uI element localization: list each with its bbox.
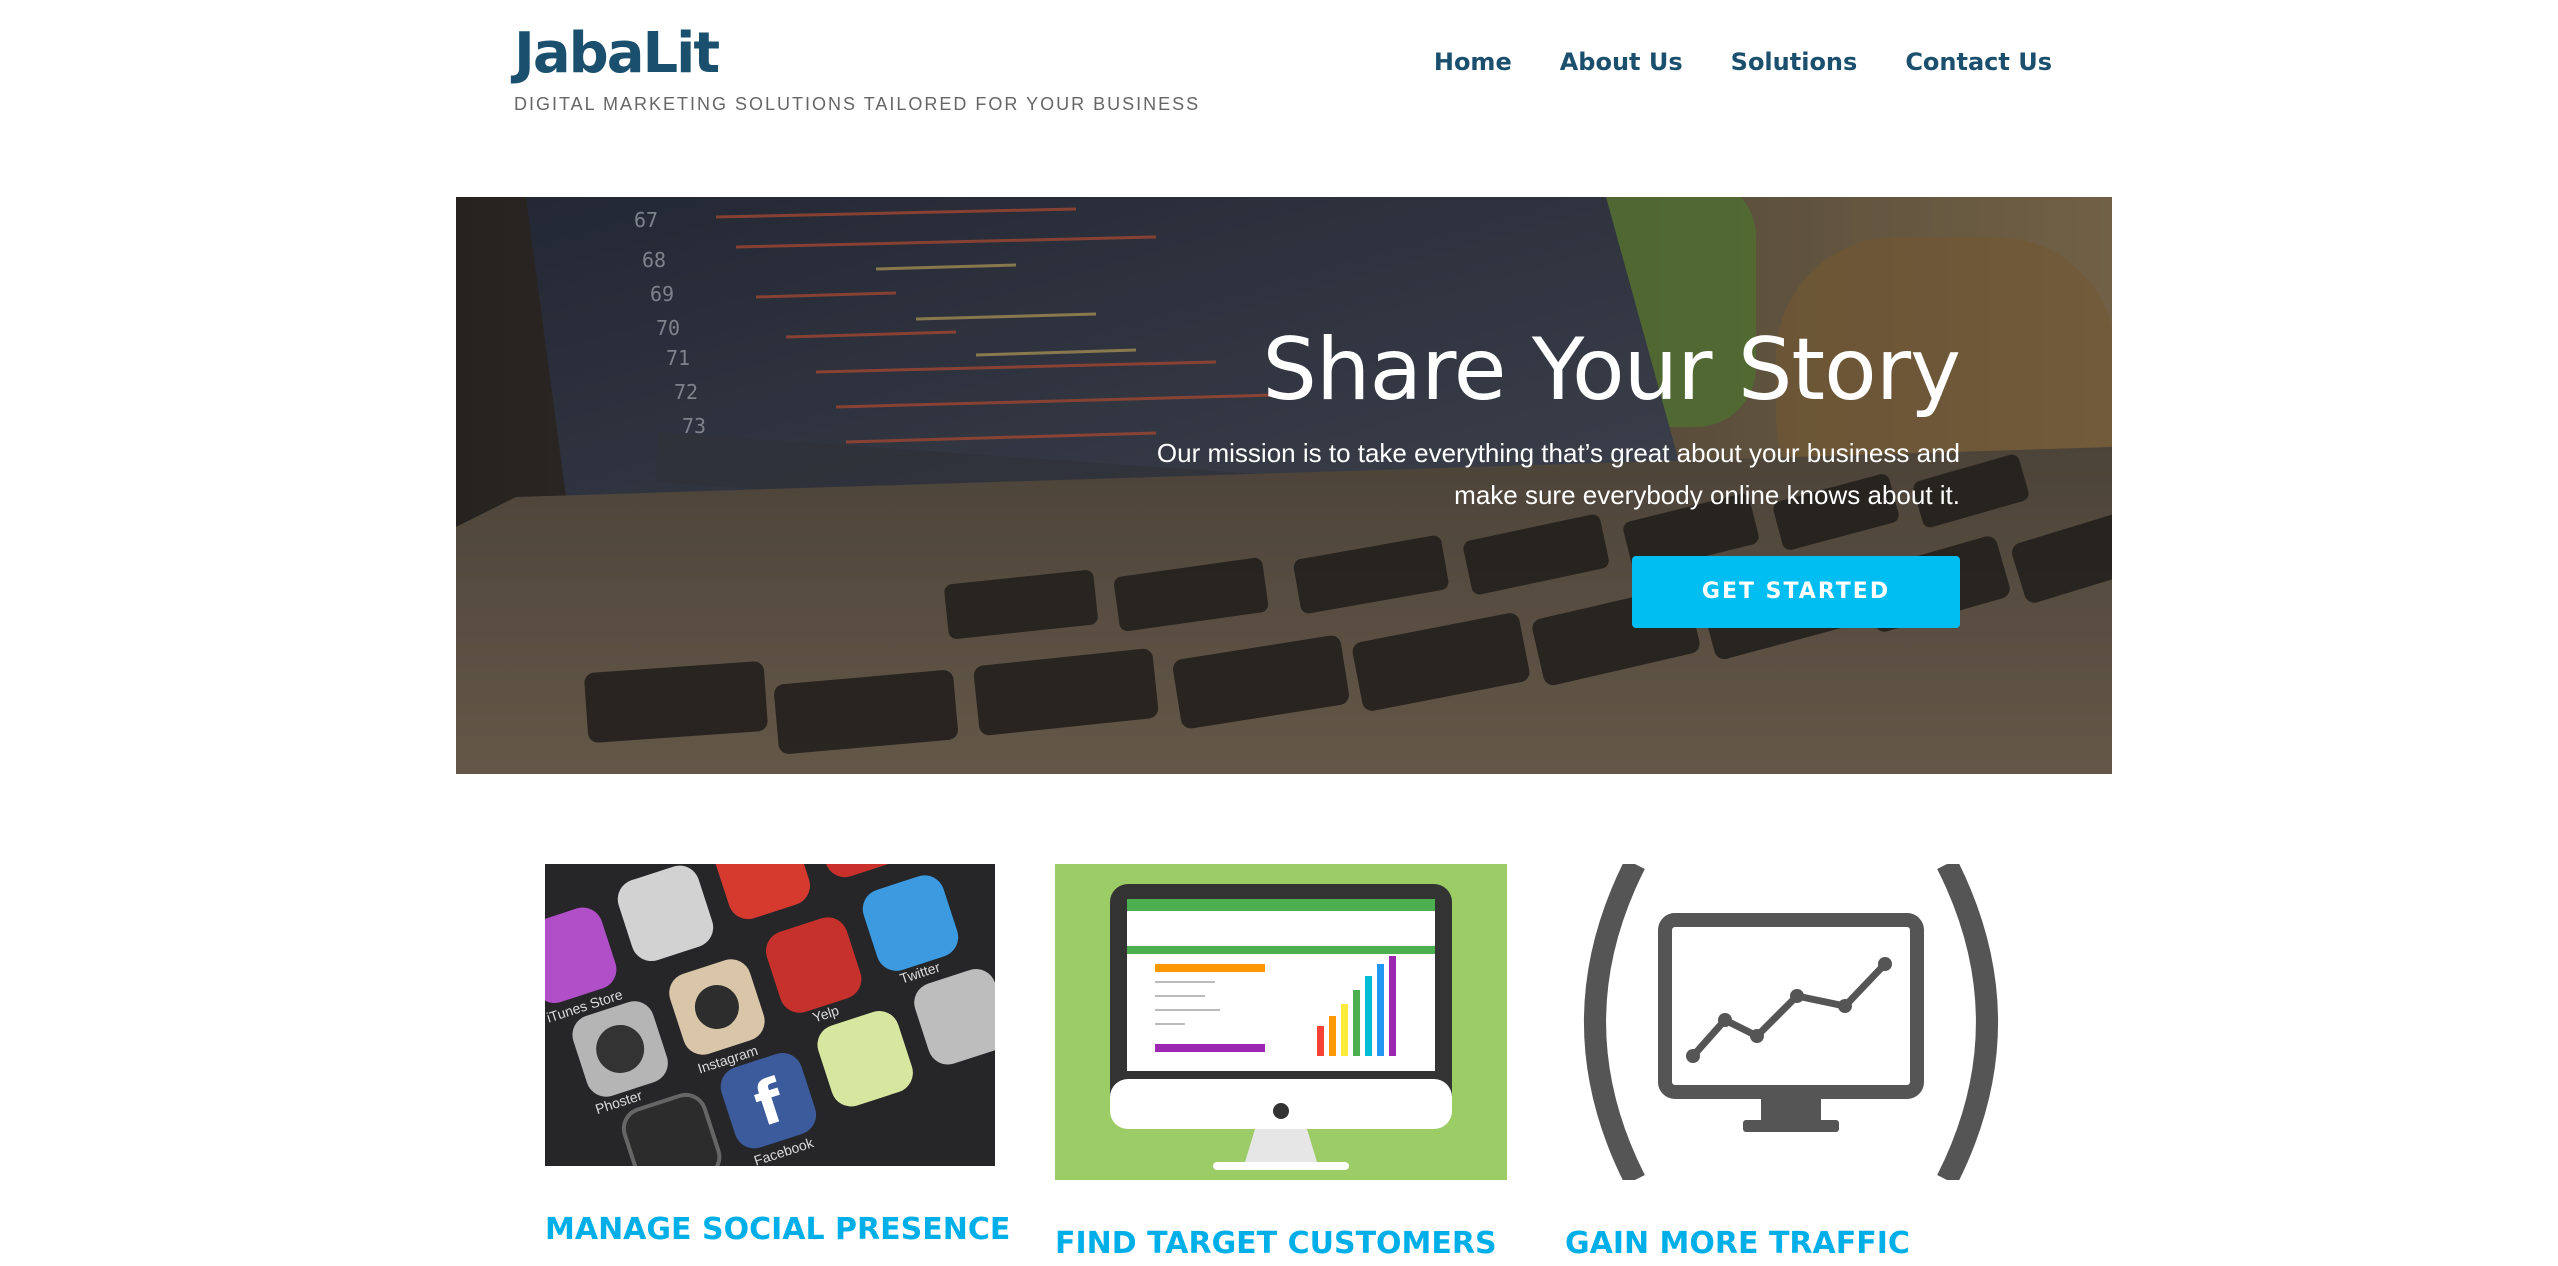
get-started-button[interactable]: GET STARTED [1632, 555, 1960, 628]
feature-title-social[interactable]: MANAGE SOCIAL PRESENCE [545, 1212, 1010, 1247]
monitor-spreadsheet-icon[interactable] [1055, 864, 1507, 1180]
nav-solutions[interactable]: Solutions [1731, 48, 1858, 76]
nav-home[interactable]: Home [1434, 48, 1512, 76]
nav-about-us[interactable]: About Us [1560, 48, 1683, 76]
hero-text: Share Your Story Our mission is to take … [1100, 320, 1961, 628]
feature-title-traffic[interactable]: GAIN MORE TRAFFIC [1565, 1226, 1910, 1261]
hero-subtitle: Our mission is to take everything that’s… [1156, 437, 1960, 510]
traffic-chart-monitor-icon[interactable] [1565, 864, 2017, 1180]
site-logo[interactable]: JabaLit [514, 26, 1200, 82]
hero-title: Share Your Story [1262, 320, 1961, 420]
hero-banner: 67 68 69 70 71 72 73 Share Your Story Ou… [456, 197, 2112, 774]
brand: JabaLit DIGITAL MARKETING SOLUTIONS TAIL… [514, 26, 1200, 115]
feature-title-customers[interactable]: FIND TARGET CUSTOMERS [1055, 1226, 1497, 1261]
site-tagline: DIGITAL MARKETING SOLUTIONS TAILORED FOR… [514, 94, 1201, 114]
social-media-apps-icon[interactable]: f iTunes Store Instagram Yelp Twitter Fa… [545, 864, 995, 1166]
nav-contact-us[interactable]: Contact Us [1905, 48, 2052, 76]
main-nav: Home About Us Solutions Contact Us [1434, 48, 2052, 76]
